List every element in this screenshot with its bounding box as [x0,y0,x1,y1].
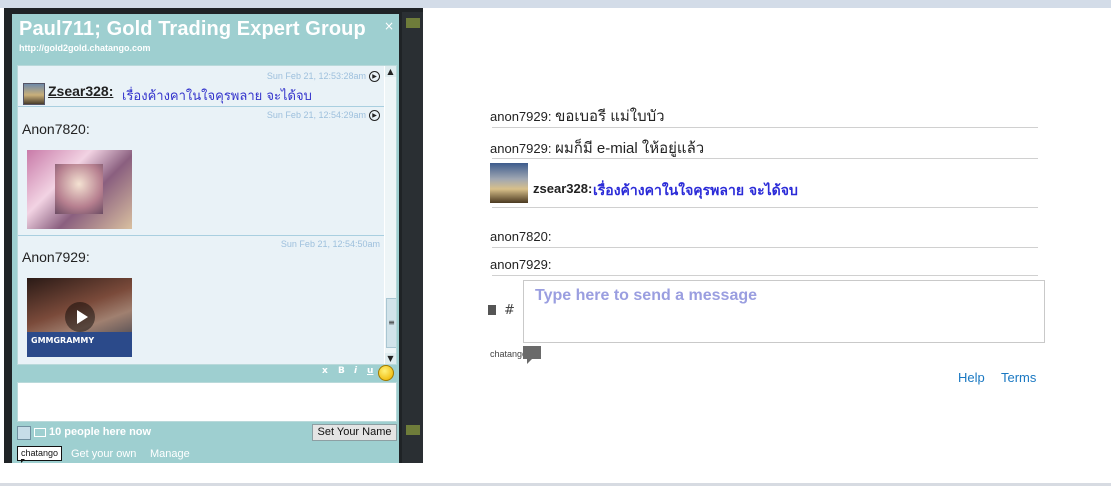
group-title: Paul711; Gold Trading Expert Group [19,18,366,40]
image-thumbnail[interactable] [27,150,132,229]
get-your-own-link[interactable]: Get your own [71,448,136,460]
left-frame-edge [402,12,423,463]
message-item: Sun Feb 21, 12:53:28am ▶ Zsear328: เรื่อ… [18,66,384,107]
message-options-icon[interactable]: ▶ [369,110,380,121]
close-icon[interactable]: × [384,19,394,33]
divider [492,207,1038,208]
browser-top-bar [0,0,1111,8]
clear-format-button[interactable]: x [322,366,328,376]
right-message-input[interactable]: Type here to send a message [523,280,1045,343]
message-text: เรื่องค้างคาในใจคุรพลาย จะได้จบ [122,89,312,104]
chatango-label[interactable]: chatango [490,349,527,359]
right-message-text: เรื่องค้างคาในใจคุรพลาย จะได้จบ [593,183,798,199]
message-time: Sun Feb 21, 12:54:50am [280,239,380,249]
right-message-user[interactable]: anon7929: [490,141,551,156]
right-message-text: ขอเบอรี แม่ใบบัว [555,108,665,125]
help-link[interactable]: Help [958,370,985,385]
manage-link[interactable]: Manage [150,448,190,460]
message-username[interactable]: Zsear328: [48,83,113,99]
settings-icon[interactable] [488,305,496,315]
avatar [23,83,45,105]
video-thumbnail[interactable]: GMMGRAMMY [27,278,132,357]
right-message-user[interactable]: anon7929: [490,257,551,272]
message-input[interactable] [17,382,397,422]
terms-link[interactable]: Terms [1001,370,1036,385]
message-scrollbar[interactable]: ▲ ≡ ▼ [385,66,396,364]
logo-tail [21,459,25,463]
message-time: Sun Feb 21, 12:53:28am [266,71,366,81]
right-message: anon7929: ผมก็มี e-mial ให้อยู่แล้ว [490,136,704,160]
chatango-widget: Paul711; Gold Trading Expert Group × htt… [12,14,399,463]
right-message: anon7929: [490,257,551,272]
people-count: 10 people here now [49,426,152,438]
speaker-icon[interactable] [17,426,31,440]
format-toolbar: x B i u [17,365,395,381]
smiley-icon[interactable] [378,365,394,381]
scroll-thumb[interactable]: ≡ [386,298,396,348]
scroll-up-icon[interactable]: ▲ [385,66,396,77]
italic-button[interactable]: i [354,366,357,376]
video-label: GMMGRAMMY [31,336,95,345]
right-message-user[interactable]: anon7929: [490,109,551,124]
scroll-down-icon[interactable]: ▼ [385,353,396,364]
input-placeholder: Type here to send a message [535,287,758,304]
divider [492,158,1038,159]
message-username[interactable]: Anon7929: [22,249,90,265]
right-message-user[interactable]: zsear328: [533,181,592,196]
mail-icon[interactable] [34,428,46,437]
divider [492,127,1038,128]
group-url[interactable]: http://gold2gold.chatango.com [19,43,151,53]
right-message-text: ผมก็มี e-mial ให้อยู่แล้ว [555,140,705,157]
message-time: Sun Feb 21, 12:54:29am [266,110,366,120]
divider [492,247,1038,248]
message-username[interactable]: Anon7820: [22,121,90,137]
chat-bubble-tail [527,359,532,364]
play-icon[interactable] [65,302,95,332]
avatar [490,163,528,203]
divider [492,275,1038,276]
message-item: Sun Feb 21, 12:54:50am Anon7929: GMMGRAM… [18,236,384,364]
thumbnail-photo [55,164,103,214]
set-name-button[interactable]: Set Your Name [312,424,397,441]
message-list: Sun Feb 21, 12:53:28am ▶ Zsear328: เรื่อ… [17,65,397,365]
edge-chip [406,18,420,28]
right-message: anon7929: ขอเบอรี แม่ใบบัว [490,104,665,128]
message-options-icon[interactable]: ▶ [369,71,380,82]
status-row: 10 people here now Set Your Name [17,424,397,441]
chat-bubble-icon[interactable] [523,346,541,359]
bold-button[interactable]: B [338,366,345,376]
video-footer: GMMGRAMMY [27,332,132,357]
right-message-user[interactable]: anon7820: [490,229,551,244]
underline-button[interactable]: u [367,366,373,376]
widget-footer: chatango Get your own Manage [17,446,395,463]
message-item: Sun Feb 21, 12:54:29am ▶ Anon7820: [18,107,384,236]
edge-chip [406,425,420,435]
right-message: anon7820: [490,229,551,244]
frame-clip [423,385,1111,488]
hash-button[interactable]: # [504,303,515,318]
